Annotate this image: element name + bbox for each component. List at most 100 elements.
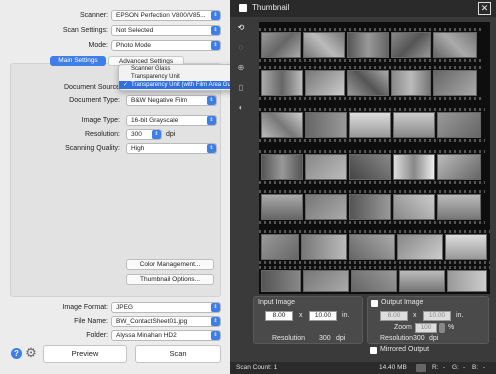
zoom-field[interactable]: 100 xyxy=(415,323,437,333)
film-strip xyxy=(259,66,483,100)
scan-settings-value: Not Selected xyxy=(116,27,154,34)
mode-select[interactable]: Photo Mode ⇕ xyxy=(111,40,221,51)
file-name-value: BW_ContactSheet01.jpg xyxy=(116,318,188,325)
scanning-quality-select[interactable]: High ⇕ xyxy=(126,143,217,154)
auto-exposure-icon[interactable]: ◐ xyxy=(235,102,247,114)
output-image-checkbox[interactable] xyxy=(371,300,378,307)
thumbnail-titlebar: Thumbnail ✕ xyxy=(230,0,496,17)
output-resolution-unit: dpi xyxy=(429,335,439,342)
tool-column: ⟲ ◌ ⊕ ▯ ◐ xyxy=(235,22,249,122)
chevron-updown-icon: ⇕ xyxy=(211,41,220,50)
scan-count: Scan Count: 1 xyxy=(236,364,278,371)
folder-label: Folder: xyxy=(86,332,108,339)
image-format-select[interactable]: JPEG ⇕ xyxy=(111,302,221,313)
output-unit: in. xyxy=(456,312,464,319)
folder-select[interactable]: Alyssa Minahan HD2 ⇕ xyxy=(111,330,221,341)
mode-label: Mode: xyxy=(88,42,108,49)
scan-settings-pane: Scanner: EPSON Perfection V800/V85... ⇕ … xyxy=(0,0,258,374)
input-resolution-label: Resolution xyxy=(272,335,306,342)
chevron-updown-icon: ⇕ xyxy=(207,96,216,105)
resolution-unit: dpi xyxy=(166,131,176,138)
g-value: - xyxy=(463,364,466,371)
status-bar: Scan Count: 1 14.40 MB R: - G: - B: - xyxy=(230,362,496,374)
menu-item-label: Transparency Unit (with Film Area Guide) xyxy=(131,82,241,88)
resolution-value: 300 xyxy=(131,131,142,138)
gear-icon[interactable]: ⚙ xyxy=(24,346,38,360)
image-type-value: 16-bit Grayscale xyxy=(131,117,179,124)
close-icon[interactable]: ✕ xyxy=(478,2,491,15)
chevron-updown-icon: ⇕ xyxy=(211,317,220,326)
scanning-quality-value: High xyxy=(131,145,145,152)
mode-value: Photo Mode xyxy=(116,42,152,49)
output-image-group: Output Image 8.00 x 10.00 in. Zoom 100 %… xyxy=(367,296,489,344)
chevron-updown-icon: ⇕ xyxy=(211,26,220,35)
input-unit: in. xyxy=(342,312,350,319)
film-strip xyxy=(259,28,481,62)
output-resolution-value: 300 xyxy=(413,335,425,342)
chevron-updown-icon: ⇕ xyxy=(152,130,161,139)
chevron-updown-icon: ⇕ xyxy=(211,331,220,340)
mirrored-output-label: Mirrored Output xyxy=(380,346,430,353)
zoom-icon[interactable]: ⊕ xyxy=(235,62,247,74)
output-resolution-label: Resolution xyxy=(380,335,414,342)
input-resolution-value: 300 xyxy=(319,335,331,342)
checkmark-icon: ✓ xyxy=(123,82,129,88)
resolution-label: Resolution: xyxy=(84,131,120,138)
color-swatch xyxy=(416,364,426,372)
tab-main-settings[interactable]: Main Settings xyxy=(50,56,106,66)
image-format-label: Image Format: xyxy=(62,304,108,311)
marquee-icon[interactable]: ◌ xyxy=(235,42,247,54)
zoom-unit: % xyxy=(448,324,455,331)
file-name-label: File Name: xyxy=(74,318,108,325)
input-resolution-unit: dpi xyxy=(336,335,346,342)
thumbnail-checkbox[interactable] xyxy=(239,4,247,12)
chevron-updown-icon: ⇕ xyxy=(211,11,220,20)
input-width-field[interactable]: 8.00 xyxy=(265,311,293,321)
delete-marquee-icon[interactable]: ▯ xyxy=(235,82,247,94)
input-image-group: Input Image 8.00 x 10.00 in. Resolution … xyxy=(253,296,363,344)
document-type-label: Document Type: xyxy=(69,97,120,104)
thumbnail-title: Thumbnail xyxy=(252,3,290,12)
b-label: B: xyxy=(472,364,479,371)
chevron-updown-icon: ⇕ xyxy=(207,116,216,125)
scanner-label: Scanner: xyxy=(79,12,108,19)
input-image-title: Input Image xyxy=(258,299,295,306)
resolution-select[interactable]: 300 ⇕ xyxy=(126,129,162,140)
scan-settings-select[interactable]: Not Selected ⇕ xyxy=(111,25,221,36)
preview-button[interactable]: Preview xyxy=(43,345,127,363)
times-label: x xyxy=(413,312,417,319)
document-source-label: Document Source xyxy=(63,84,120,91)
file-name-select[interactable]: BW_ContactSheet01.jpg ⇕ xyxy=(111,316,221,327)
folder-value: Alyssa Minahan HD2 xyxy=(116,332,177,339)
output-height-field[interactable]: 10.00 xyxy=(423,311,451,321)
times-label: x xyxy=(299,312,303,319)
output-image-title: Output Image xyxy=(381,299,424,306)
stepper-icon[interactable] xyxy=(439,323,445,333)
mirrored-output-checkbox[interactable] xyxy=(370,347,377,354)
color-management-button[interactable]: Color Management... xyxy=(126,259,214,270)
output-width-field[interactable]: 8.00 xyxy=(380,311,408,321)
thumbnail-options-button[interactable]: Thumbnail Options... xyxy=(126,274,214,285)
contact-sheet-thumbnail[interactable] xyxy=(259,22,490,294)
r-value: - xyxy=(443,364,446,371)
image-type-label: Image Type: xyxy=(81,117,120,124)
document-type-value: B&W Negative Film xyxy=(131,97,188,104)
document-type-select[interactable]: B&W Negative Film ⇕ xyxy=(126,95,217,106)
scan-button[interactable]: Scan xyxy=(135,345,221,363)
chevron-updown-icon: ⇕ xyxy=(211,303,220,312)
scanner-value: EPSON Perfection V800/V85... xyxy=(116,12,206,19)
image-type-select[interactable]: 16-bit Grayscale ⇕ xyxy=(126,115,217,126)
file-size: 14.40 MB xyxy=(379,364,407,371)
chevron-updown-icon: ⇕ xyxy=(207,144,216,153)
help-icon[interactable]: ? xyxy=(11,348,22,359)
g-label: G: xyxy=(452,364,459,371)
thumbnail-window: Thumbnail ✕ ⟲ ◌ ⊕ ▯ ◐ Input Image 8.00 x… xyxy=(230,0,496,374)
b-value: - xyxy=(483,364,486,371)
scan-settings-label: Scan Settings: xyxy=(62,27,108,34)
film-strip xyxy=(259,108,485,142)
input-height-field[interactable]: 10.00 xyxy=(309,311,337,321)
film-strip xyxy=(259,150,485,184)
scanner-select[interactable]: EPSON Perfection V800/V85... ⇕ xyxy=(111,10,221,21)
rotate-icon[interactable]: ⟲ xyxy=(235,22,247,34)
film-strip xyxy=(259,266,490,294)
